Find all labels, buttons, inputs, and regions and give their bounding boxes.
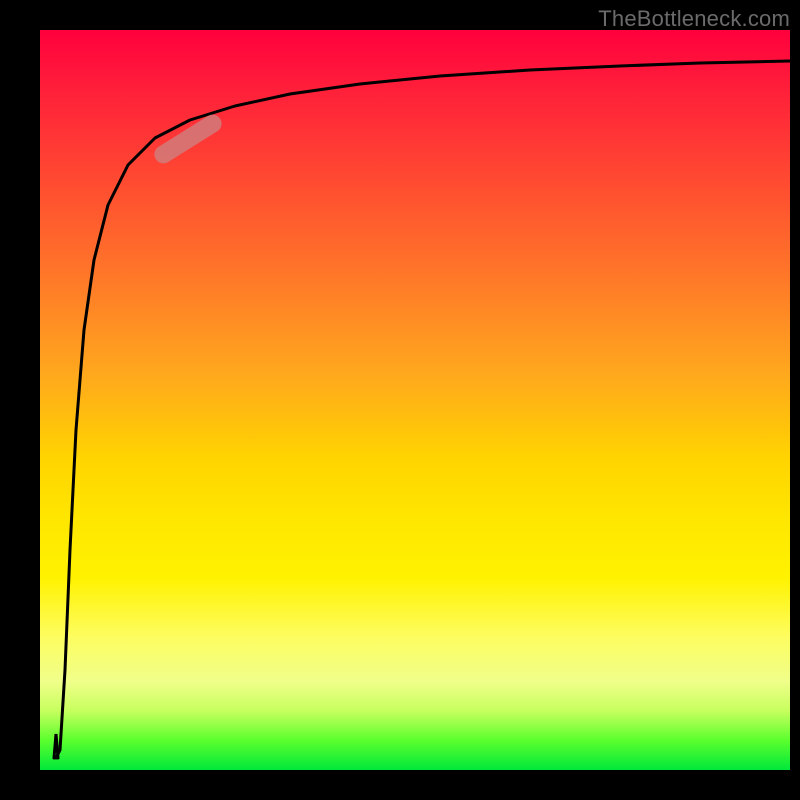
curve-layer [40,30,790,770]
chart-stage: TheBottleneck.com [0,0,800,800]
attribution-text: TheBottleneck.com [598,6,790,32]
curve-start-spike [54,734,58,758]
bottleneck-curve [56,61,790,758]
